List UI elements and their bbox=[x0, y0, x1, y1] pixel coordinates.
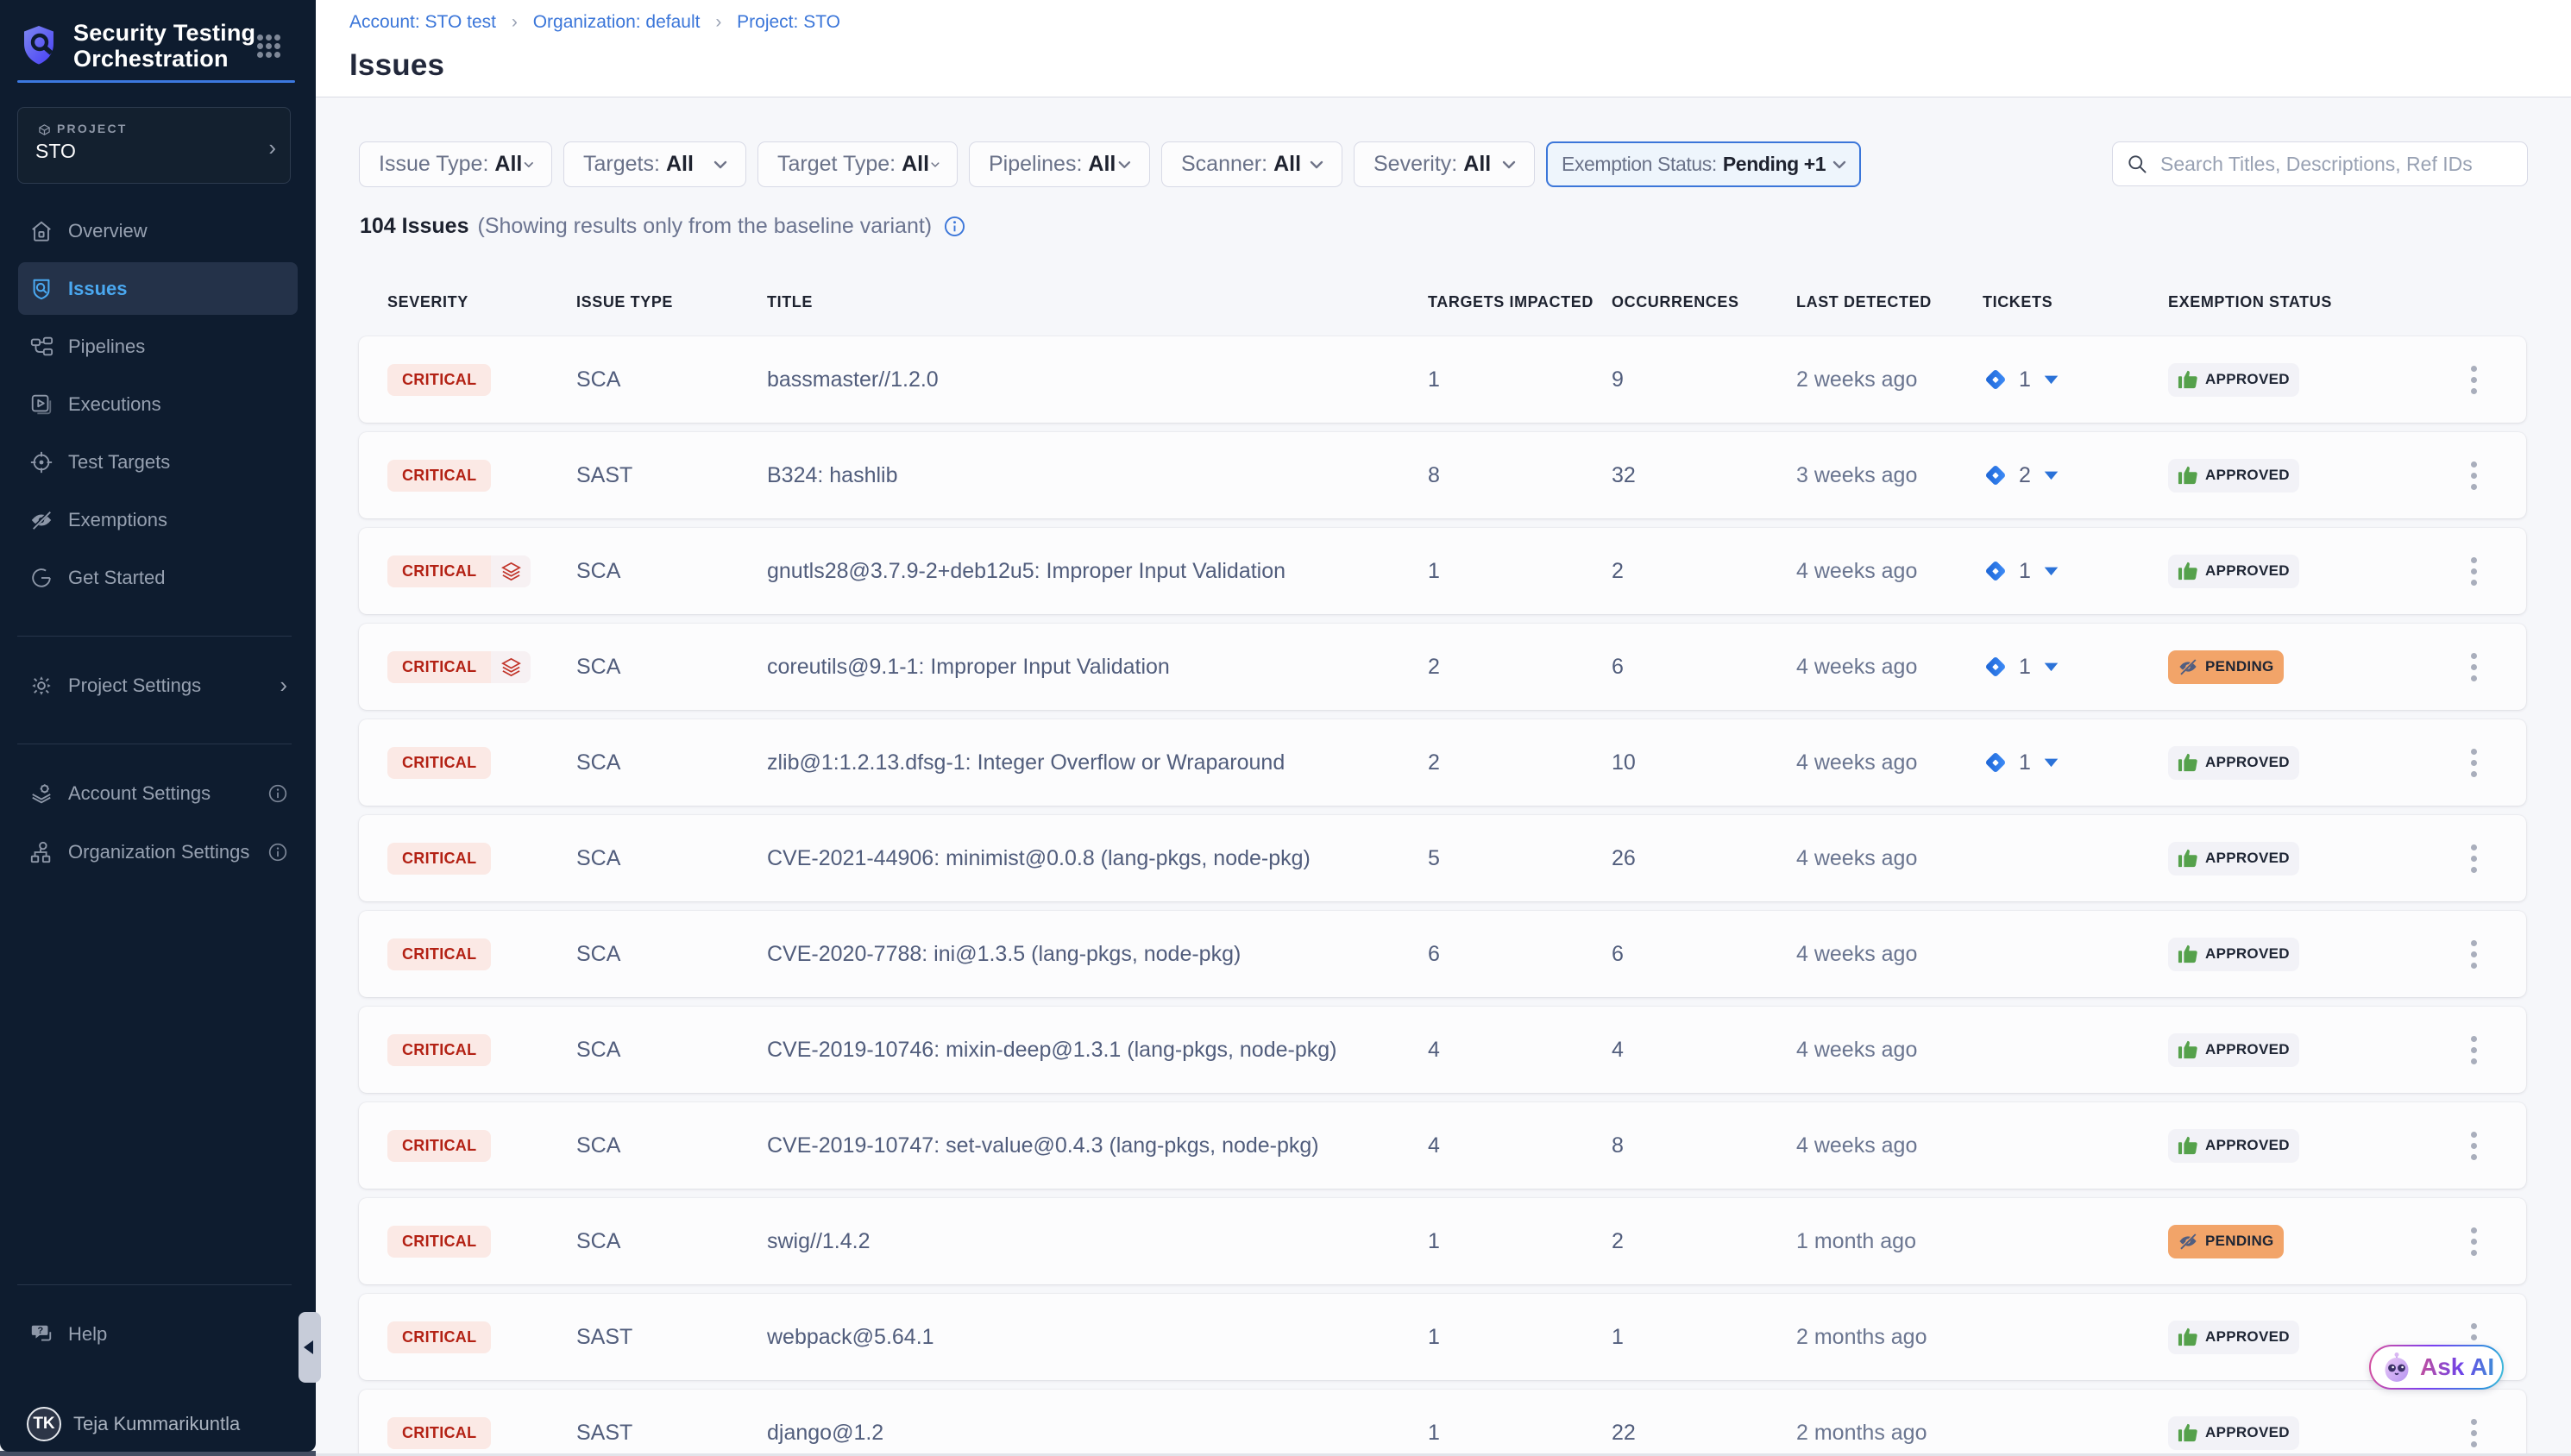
svg-text:?: ? bbox=[37, 1326, 43, 1336]
